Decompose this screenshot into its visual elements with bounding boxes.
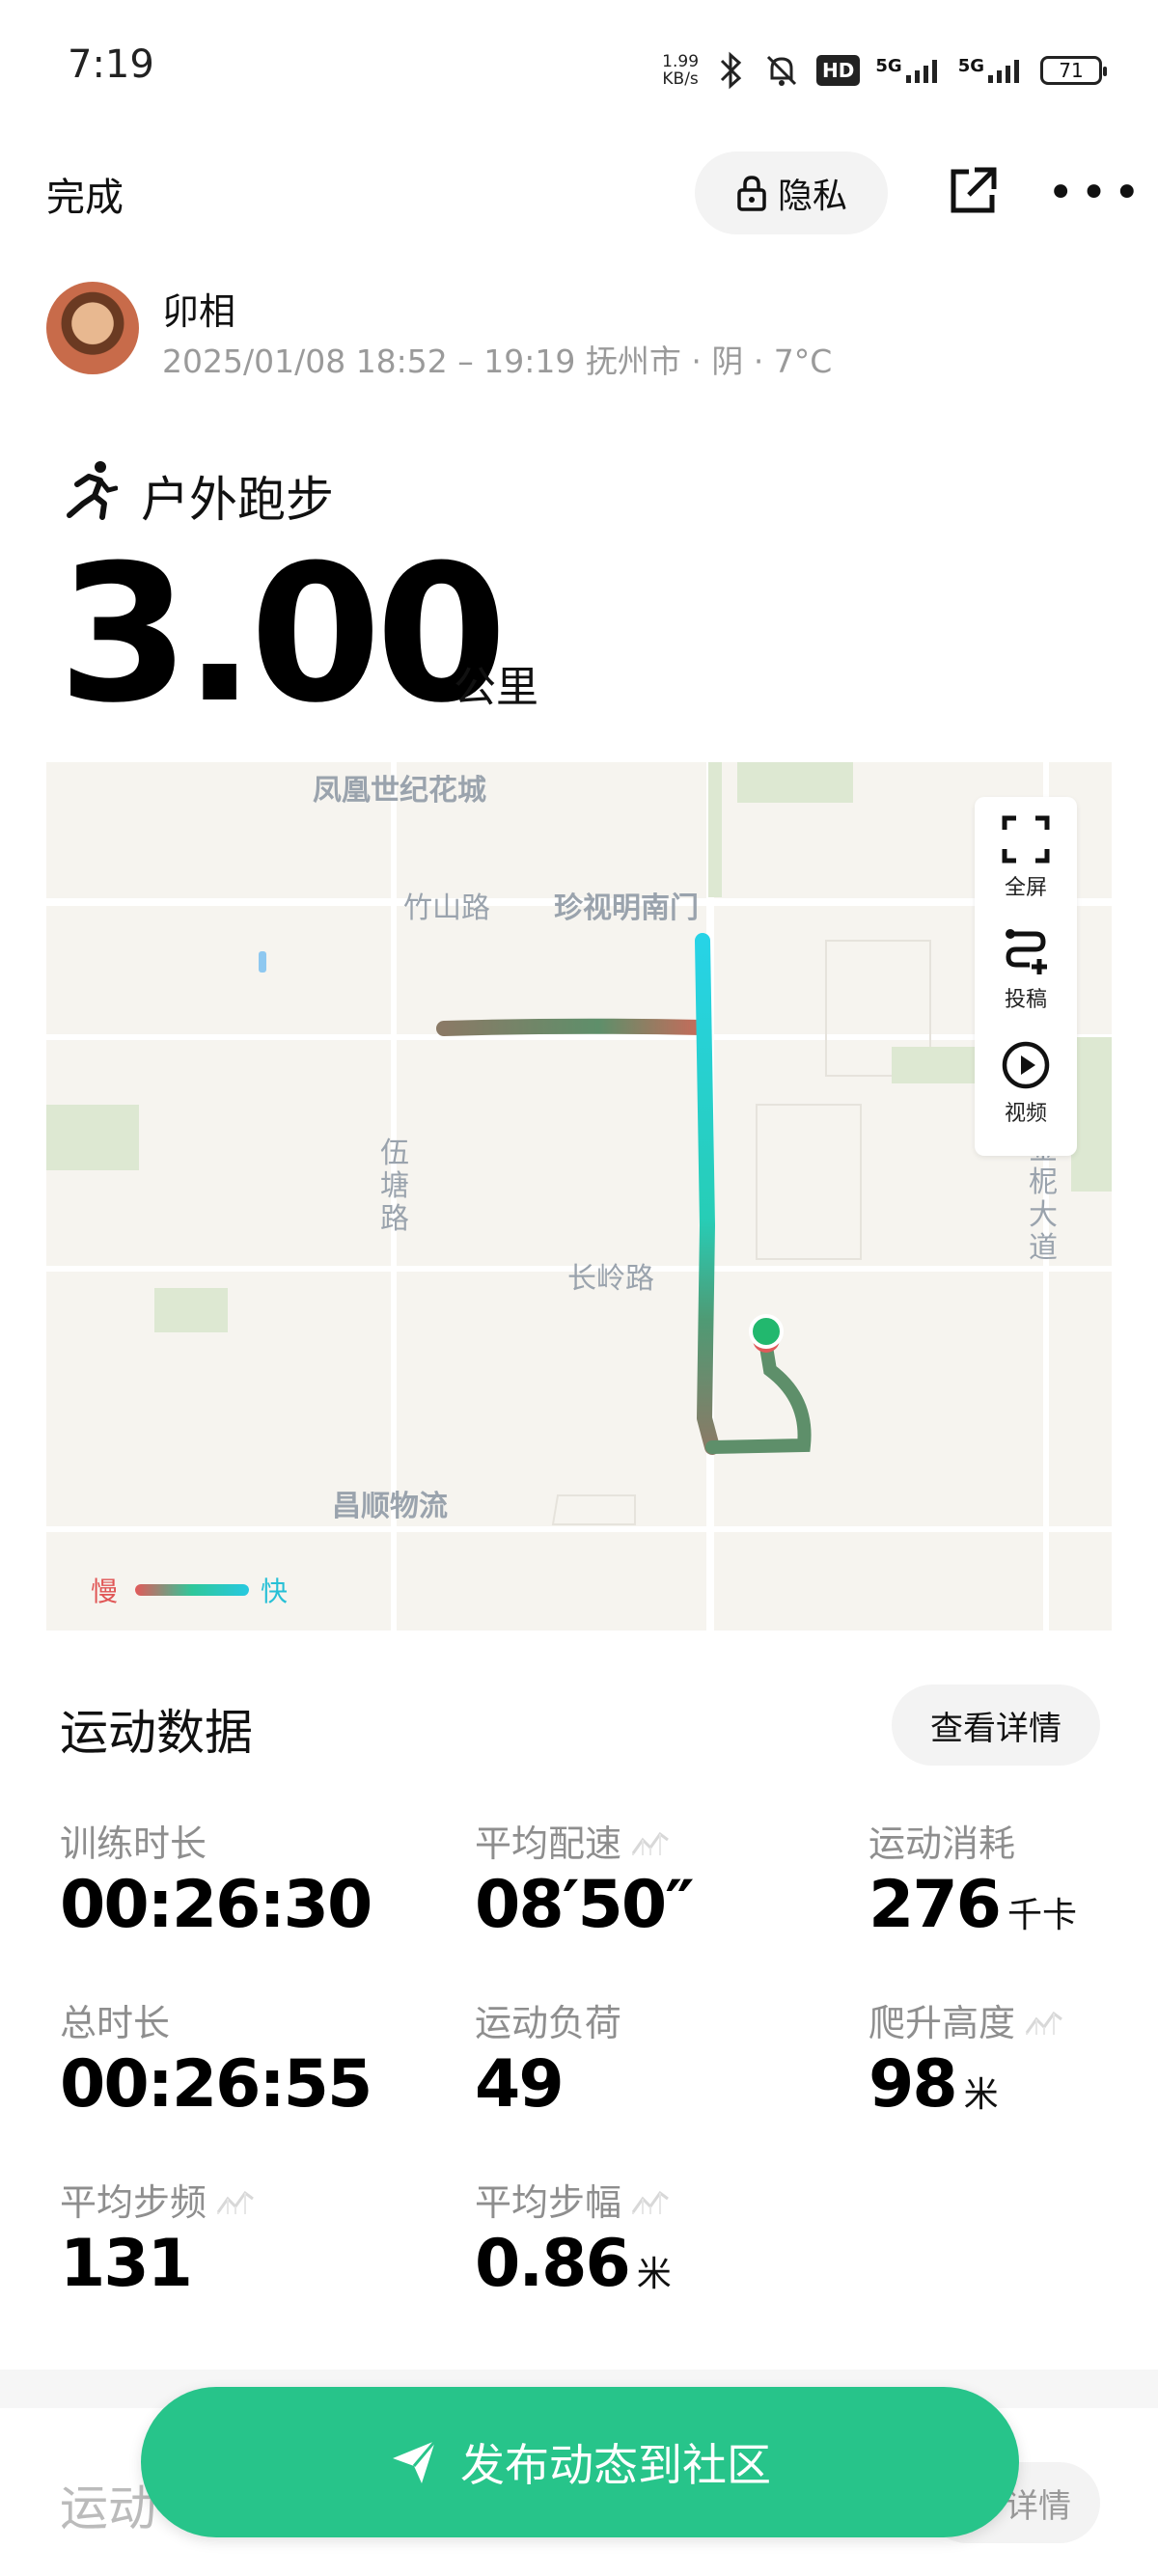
stat-avg-pace[interactable]: 平均配速 08′50″	[475, 1814, 695, 1943]
stat-training-duration: 训练时长 00:26:30	[60, 1822, 372, 1943]
submit-route-button[interactable]: 投稿	[975, 926, 1077, 1013]
fullscreen-button[interactable]: 全屏	[975, 814, 1077, 901]
battery-icon: 71	[1040, 56, 1107, 85]
distance-value: 3.00	[58, 525, 508, 745]
share-external-icon[interactable]	[946, 164, 1000, 218]
signal-icon	[905, 60, 937, 83]
stat-avg-stride[interactable]: 平均步幅 0.86 米	[475, 2173, 672, 2302]
stat-avg-cadence[interactable]: 平均步频 131	[60, 2173, 255, 2302]
map-label: 凤凰世纪花城	[313, 774, 486, 808]
workout-type: 户外跑步	[141, 472, 334, 528]
hd-badge: HD	[816, 55, 861, 86]
running-icon	[67, 461, 118, 520]
privacy-button[interactable]: 隐私	[695, 151, 888, 234]
stat-elevation-gain[interactable]: 爬升高度 98 米	[868, 1993, 1063, 2123]
route-map[interactable]: 凤凰世纪花城 竹山路 珍视明南门 伍 塘 路 长岭路 昌顺物流 金 柅 大 道 …	[46, 762, 1112, 1631]
done-button[interactable]: 完成	[46, 166, 124, 222]
stat-total-duration: 总时长 00:26:55	[60, 2002, 372, 2123]
distance-unit: 公里	[454, 663, 538, 712]
workout-meta: 2025/01/08 18:52 – 19:19 抚州市 · 阴 · 7°C	[162, 343, 833, 380]
speed-legend-bar	[135, 1584, 249, 1596]
video-button[interactable]: 视频	[975, 1040, 1077, 1127]
legend-slow: 慢	[91, 1576, 119, 1607]
map-label: 长岭路	[567, 1262, 654, 1296]
fullscreen-icon	[1002, 815, 1050, 863]
map-label: 道	[1029, 1231, 1058, 1265]
status-time: 7:19	[68, 42, 154, 87]
user-name: 卯相	[162, 290, 236, 333]
chart-icon	[631, 2190, 669, 2214]
chart-icon	[1025, 2011, 1062, 2035]
view-details-button[interactable]: 查看详情	[892, 1685, 1100, 1766]
section2-title: 运动	[60, 2480, 156, 2536]
route-add-icon	[1006, 929, 1047, 974]
bluetooth-icon	[720, 51, 742, 90]
chart-icon	[631, 1831, 669, 1855]
map-controls: 全屏 投稿 视频	[975, 797, 1077, 1156]
network-5g-2: 5G	[958, 56, 1025, 85]
more-dots-icon[interactable]: •••	[1047, 170, 1146, 216]
network-5g-1: 5G	[875, 56, 942, 85]
publish-to-community-button[interactable]: 发布动态到社区	[141, 2387, 1019, 2537]
net-speed: 1.99 KB/s	[662, 52, 700, 89]
stats-title: 运动数据	[60, 1705, 253, 1761]
map-label: 竹山路	[403, 891, 490, 925]
stat-calories: 运动消耗 276 千卡	[868, 1822, 1077, 1943]
signal-icon	[988, 60, 1019, 83]
chart-icon	[216, 2190, 254, 2214]
map-label: 昌顺物流	[332, 1490, 448, 1523]
lock-icon	[737, 176, 766, 211]
map-label: 路	[380, 1202, 409, 1236]
send-icon	[393, 2440, 437, 2483]
avatar[interactable]	[46, 282, 139, 374]
stat-training-load: 运动负荷 49	[475, 2002, 622, 2123]
map-label: 珍视明南门	[554, 891, 699, 925]
play-circle-icon	[1002, 1041, 1050, 1089]
status-icons: 1.99 KB/s HD 5G 5G 71	[662, 46, 1107, 95]
legend-fast: 快	[261, 1576, 289, 1607]
mute-bell-icon	[766, 55, 797, 86]
privacy-label: 隐私	[777, 177, 847, 216]
publish-label: 发布动态到社区	[460, 2439, 771, 2491]
